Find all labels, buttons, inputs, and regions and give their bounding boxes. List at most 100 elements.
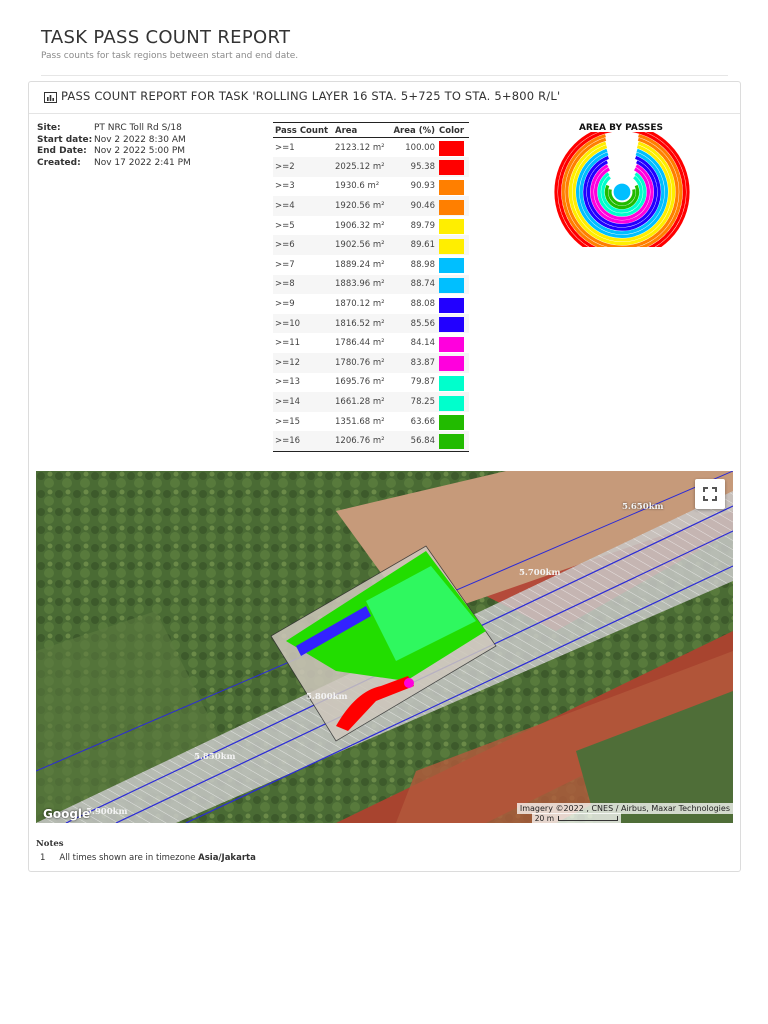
- area-pct-cell: 88.74: [410, 279, 435, 290]
- area-cell: 1351.68 m²: [335, 416, 385, 427]
- area-cell: 1780.76 m²: [335, 357, 385, 368]
- area-cell: 1695.76 m²: [335, 377, 385, 388]
- area-cell: 2025.12 m²: [335, 161, 385, 172]
- area-pct-cell: 88.98: [410, 259, 435, 270]
- pass-count-cell: >=16: [273, 431, 333, 452]
- created-label: Created:: [37, 157, 81, 168]
- start-date-value: Nov 2 2022 8:30 AM: [94, 134, 186, 145]
- table-row: >=6 1902.56 m² 89.61: [273, 235, 469, 256]
- map-view[interactable]: 5.650km 5.700km 5.800km 5.850km 5.900km …: [36, 471, 733, 823]
- report-panel: PASS COUNT REPORT FOR TASK 'ROLLING LAYE…: [28, 81, 741, 872]
- table-header-row: Pass Count Area Area (%) Color: [273, 122, 469, 138]
- area-pct-cell: 84.14: [410, 338, 435, 349]
- site-row: Site: PT NRC Toll Rd S/18: [37, 123, 191, 135]
- end-date-row: End Date: Nov 2 2022 5:00 PM: [37, 146, 191, 158]
- site-label: Site:: [37, 123, 61, 133]
- area-pct-cell: 78.25: [410, 397, 435, 408]
- panel-title: PASS COUNT REPORT FOR TASK 'ROLLING LAYE…: [61, 89, 561, 103]
- fullscreen-icon: [703, 487, 717, 501]
- task-info: Site: PT NRC Toll Rd S/18 Start date: No…: [37, 123, 191, 169]
- color-swatch: [439, 375, 464, 391]
- table-row: >=4 1920.56 m² 90.46: [273, 196, 469, 216]
- color-cell: [437, 314, 469, 334]
- km-label-5800: 5.800km: [306, 692, 348, 702]
- satellite-map[interactable]: 5.650km 5.700km 5.800km 5.850km 5.900km: [36, 471, 733, 823]
- area-pct-cell: 90.93: [410, 181, 435, 192]
- table-row: >=12 1780.76 m² 83.87: [273, 353, 469, 373]
- start-date-row: Start date: Nov 2 2022 8:30 AM: [37, 135, 191, 147]
- color-cell: [437, 373, 469, 393]
- area-cell: 1870.12 m²: [335, 299, 385, 310]
- area-cell: 1816.52 m²: [335, 318, 385, 329]
- created-value: Nov 17 2022 2:41 PM: [94, 157, 191, 168]
- color-swatch: [439, 395, 464, 411]
- pass-count-cell: >=14: [275, 397, 301, 408]
- color-cell: [437, 275, 469, 295]
- header-pass-count: Pass Count: [273, 122, 333, 138]
- pass-count-cell: >=4: [275, 201, 295, 212]
- km-label-5650: 5.650km: [622, 502, 664, 512]
- note-text: All times shown are in timezone Asia/Jak…: [59, 853, 255, 863]
- table-row: >=10 1816.52 m² 85.56: [273, 313, 469, 334]
- panel-header: PASS COUNT REPORT FOR TASK 'ROLLING LAYE…: [29, 82, 740, 114]
- table-row: >=16 1206.76 m² 56.84: [273, 431, 469, 452]
- title-divider: [41, 75, 728, 76]
- pass-count-cell: >=9: [275, 299, 295, 310]
- area-cell: 1786.44 m²: [335, 338, 385, 349]
- color-swatch: [439, 238, 464, 254]
- fullscreen-button[interactable]: [695, 479, 725, 509]
- color-cell: [437, 177, 469, 197]
- table-row: >=11 1786.44 m² 84.14: [273, 333, 469, 353]
- area-pct-cell: 100.00: [405, 142, 435, 153]
- page-title: TASK PASS COUNT REPORT: [41, 27, 291, 48]
- created-row: Created: Nov 17 2022 2:41 PM: [37, 158, 191, 170]
- map-scale[interactable]: 20 m: [531, 813, 621, 823]
- color-swatch: [439, 179, 464, 195]
- area-pct-cell: 56.84: [389, 431, 437, 452]
- header-area-pct: Area (%): [389, 122, 437, 138]
- header-color: Color: [437, 122, 469, 138]
- area-pct-cell: 63.66: [410, 416, 435, 427]
- area-cell: 1930.6 m²: [335, 181, 380, 192]
- color-swatch: [439, 434, 464, 450]
- color-cell: [437, 431, 469, 452]
- area-pct-cell: 95.38: [410, 161, 435, 172]
- google-logo: Google: [43, 807, 91, 821]
- pass-count-cell: >=15: [275, 416, 301, 427]
- table-row: >=9 1870.12 m² 88.08: [273, 294, 469, 314]
- color-cell: [437, 294, 469, 314]
- pass-count-cell: >=8: [275, 279, 295, 290]
- color-cell: [437, 412, 469, 432]
- color-cell: [437, 392, 469, 412]
- table-body: >=1 2123.12 m² 100.00 >=2 2025.12 m² 95.38 >=3…: [273, 138, 469, 452]
- color-cell: [437, 353, 469, 373]
- area-cell: 2123.12 m²: [335, 142, 385, 153]
- end-date-label: End Date:: [37, 146, 87, 156]
- color-cell: [437, 138, 469, 158]
- pass-count-cell: >=2: [275, 161, 295, 172]
- area-pct-cell: 90.46: [410, 201, 435, 212]
- color-cell: [437, 196, 469, 216]
- color-swatch: [439, 317, 464, 333]
- color-cell: [437, 235, 469, 255]
- pass-count-cell: >=1: [275, 142, 295, 153]
- table-row: >=3 1930.6 m² 90.93: [273, 177, 469, 197]
- bar-chart-icon: [44, 92, 57, 103]
- area-pct-cell: 85.56: [410, 318, 435, 329]
- area-pct-cell: 89.61: [410, 240, 435, 251]
- end-date-value: Nov 2 2022 5:00 PM: [94, 146, 186, 156]
- color-swatch: [439, 258, 464, 274]
- area-cell: 1902.56 m²: [335, 240, 385, 251]
- pass-count-cell: >=7: [275, 259, 295, 270]
- pass-count-table: Pass Count Area Area (%) Color >=1 2123.1…: [273, 122, 469, 452]
- area-pct-cell: 83.87: [410, 357, 435, 368]
- note-number: 1: [40, 853, 46, 863]
- color-cell: [437, 216, 469, 236]
- table-row: >=15 1351.68 m² 63.66: [273, 412, 469, 432]
- color-cell: [437, 333, 469, 353]
- area-cell: 1920.56 m²: [335, 201, 385, 212]
- color-swatch: [439, 336, 464, 352]
- area-cell: 1889.24 m²: [335, 259, 385, 270]
- color-swatch: [439, 199, 464, 215]
- table-row: >=7 1889.24 m² 88.98: [273, 255, 469, 275]
